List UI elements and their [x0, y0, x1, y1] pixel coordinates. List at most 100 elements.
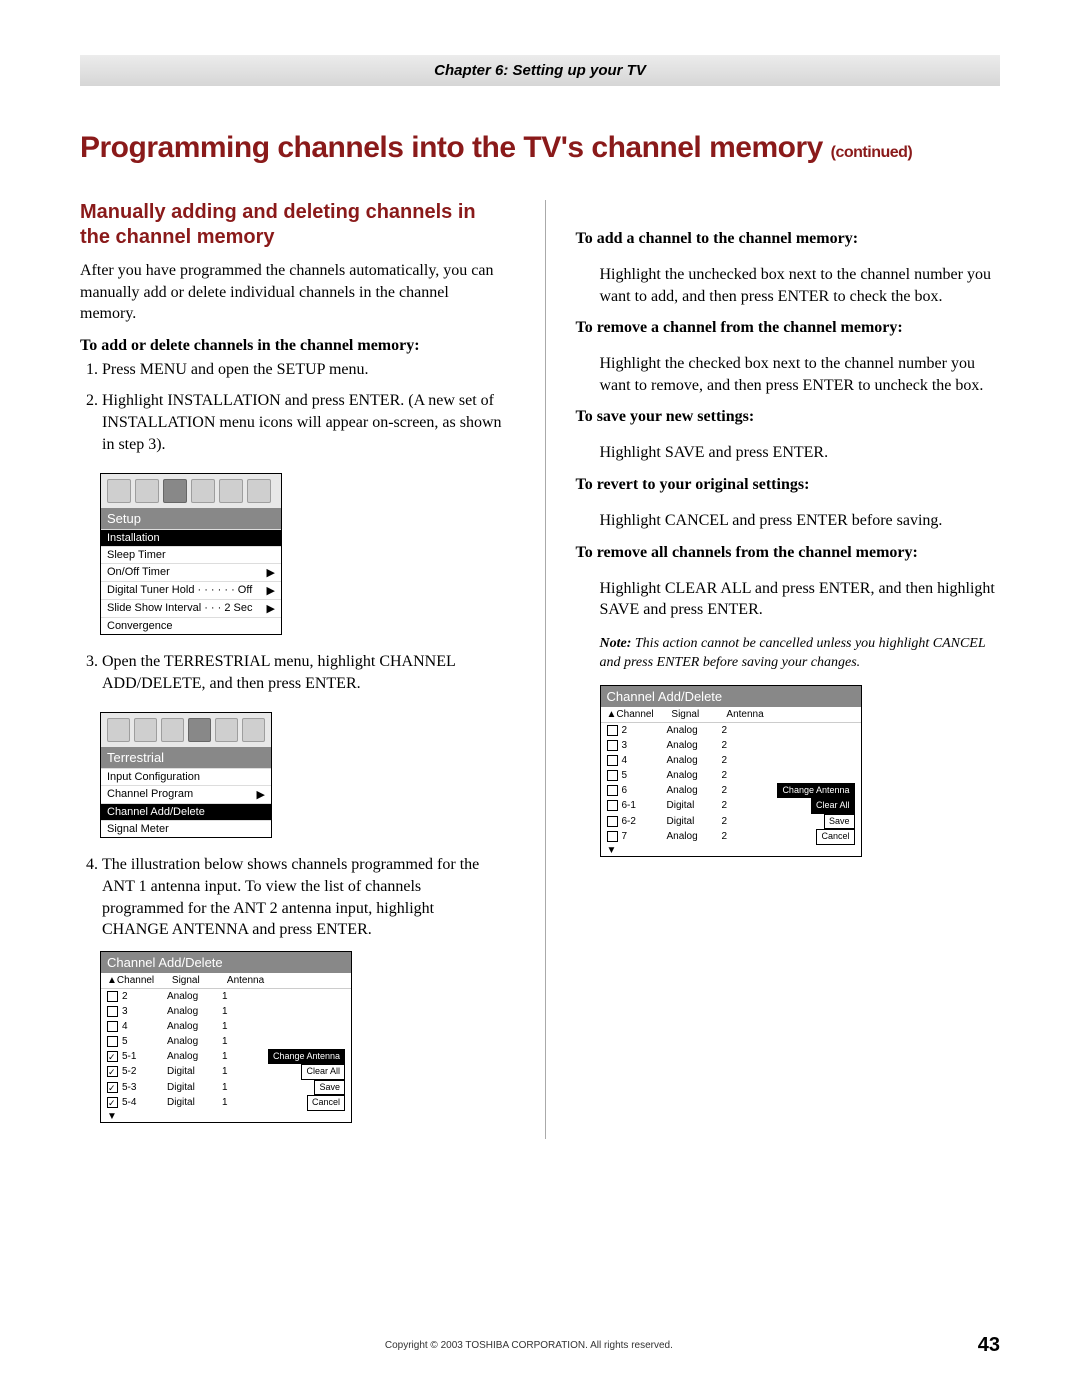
table-row: 5-4Digital1Cancel	[101, 1095, 351, 1111]
page-title: Programming channels into the TV's chann…	[80, 131, 1000, 165]
osd-icon	[191, 479, 215, 503]
cad2-head: ▲ Channel Signal Antenna	[601, 707, 861, 723]
table-row: 5-1Analog1Change Antenna	[101, 1049, 351, 1065]
table-row: 5-2Digital1Clear All	[101, 1064, 351, 1080]
checkbox-icon	[107, 1051, 118, 1062]
label-revert: To revert to your original settings:	[576, 476, 1001, 494]
osd-menu-item: Digital Tuner Hold · · · · · · Off▶	[101, 581, 281, 599]
checkbox-icon	[607, 755, 618, 766]
checkbox-icon	[107, 1082, 118, 1093]
osd-terrestrial: Terrestrial Input ConfigurationChannel P…	[100, 712, 272, 838]
step-3: Open the TERRESTRIAL menu, highlight CHA…	[102, 651, 505, 694]
osd-terr-icon-row	[101, 713, 271, 747]
osd-setup-title: Setup	[101, 508, 281, 529]
step-1: Press MENU and open the SETUP menu.	[102, 359, 505, 381]
osd-button: Change Antenna	[777, 783, 854, 799]
cad1-h3: Antenna	[227, 975, 282, 986]
osd-menu-item: Slide Show Interval · · · 2 Sec▶	[101, 599, 281, 617]
osd-button: Change Antenna	[268, 1049, 345, 1065]
text-add-channel: Highlight the unchecked box next to the …	[600, 264, 1001, 307]
channel-add-delete-2: Channel Add/Delete ▲ Channel Signal Ante…	[600, 685, 862, 857]
table-row: 7Analog2Cancel	[601, 829, 861, 845]
sub-heading: Manually adding and deleting channels in…	[80, 200, 505, 250]
checkbox-icon	[107, 1097, 118, 1108]
osd-icon	[107, 479, 131, 503]
text-remove-all: Highlight CLEAR ALL and press ENTER, and…	[600, 578, 1001, 621]
label-save-settings: To save your new settings:	[576, 408, 1001, 426]
page-number: 43	[978, 1334, 1000, 1357]
note-text: This action cannot be cancelled unless y…	[600, 636, 986, 670]
osd-button: Clear All	[301, 1064, 345, 1080]
cad1-head: ▲ Channel Signal Antenna	[101, 973, 351, 989]
osd-button: Save	[824, 814, 855, 830]
osd-setup-icon-row	[101, 474, 281, 508]
table-row: 5Analog1	[101, 1034, 351, 1049]
osd-button: Cancel	[816, 829, 854, 845]
osd-menu-item: Signal Meter	[101, 820, 271, 837]
osd-icon	[242, 718, 265, 742]
note: Note: This action cannot be cancelled un…	[600, 635, 1001, 673]
osd-icon-selected	[163, 479, 187, 503]
osd-icon	[134, 718, 157, 742]
osd-menu-item: Channel Add/Delete	[101, 803, 271, 820]
text-remove-channel: Highlight the checked box next to the ch…	[600, 353, 1001, 396]
label-add-channel: To add a channel to the channel memory:	[576, 230, 1001, 248]
osd-terr-title: Terrestrial	[101, 747, 271, 768]
table-row: 3Analog1	[101, 1004, 351, 1019]
cad1-down-arrow: ▼	[101, 1111, 351, 1122]
osd-button: Clear All	[811, 798, 855, 814]
osd-icon	[219, 479, 243, 503]
table-row: 5Analog2	[601, 768, 861, 783]
osd-menu-item: Channel Program▶	[101, 785, 271, 803]
osd-menu-item: Installation	[101, 529, 281, 546]
label-remove-all: To remove all channels from the channel …	[576, 544, 1001, 562]
checkbox-icon	[607, 725, 618, 736]
osd-button: Cancel	[307, 1095, 345, 1111]
label-add-delete: To add or delete channels in the channel…	[80, 337, 505, 355]
osd-button: Save	[314, 1080, 345, 1096]
osd-icon-selected	[188, 718, 211, 742]
cad1-h1: Channel	[117, 975, 172, 986]
cad2-down-arrow: ▼	[601, 845, 861, 856]
cad2-title: Channel Add/Delete	[601, 686, 861, 707]
osd-icon	[107, 718, 130, 742]
table-row: 2Analog1	[101, 989, 351, 1004]
osd-menu-item: On/Off Timer▶	[101, 563, 281, 581]
cad2-h3: Antenna	[726, 709, 781, 720]
checkbox-icon	[607, 785, 618, 796]
chapter-bar: Chapter 6: Setting up your TV	[80, 55, 1000, 86]
channel-add-delete-1: Channel Add/Delete ▲ Channel Signal Ante…	[100, 951, 352, 1123]
table-row: 6-2Digital2Save	[601, 814, 861, 830]
text-save-settings: Highlight SAVE and press ENTER.	[600, 442, 1001, 464]
label-remove-channel: To remove a channel from the channel mem…	[576, 319, 1001, 337]
checkbox-icon	[107, 991, 118, 1002]
checkbox-icon	[607, 740, 618, 751]
checkbox-icon	[607, 831, 618, 842]
osd-setup: Setup InstallationSleep TimerOn/Off Time…	[100, 473, 282, 635]
table-row: 6Analog2Change Antenna	[601, 783, 861, 799]
checkbox-icon	[607, 800, 618, 811]
table-row: 6-1Digital2Clear All	[601, 798, 861, 814]
checkbox-icon	[107, 1036, 118, 1047]
main-title-continued: (continued)	[831, 144, 913, 161]
table-row: 3Analog2	[601, 738, 861, 753]
checkbox-icon	[107, 1066, 118, 1077]
osd-menu-item: Sleep Timer	[101, 546, 281, 563]
main-title-text: Programming channels into the TV's chann…	[80, 131, 823, 164]
cad2-h1: Channel	[616, 709, 671, 720]
table-row: 5-3Digital1Save	[101, 1080, 351, 1096]
checkbox-icon	[607, 770, 618, 781]
table-row: 2Analog2	[601, 723, 861, 738]
copyright: Copyright © 2003 TOSHIBA CORPORATION. Al…	[80, 1340, 978, 1351]
osd-menu-item: Input Configuration	[101, 768, 271, 785]
checkbox-icon	[107, 1021, 118, 1032]
osd-icon	[161, 718, 184, 742]
step-4: The illustration below shows channels pr…	[102, 854, 505, 940]
osd-icon	[247, 479, 271, 503]
osd-menu-item: Convergence	[101, 617, 281, 634]
osd-icon	[135, 479, 159, 503]
note-label: Note:	[600, 636, 632, 651]
checkbox-icon	[107, 1006, 118, 1017]
step-2: Highlight INSTALLATION and press ENTER. …	[102, 390, 505, 455]
osd-icon	[215, 718, 238, 742]
